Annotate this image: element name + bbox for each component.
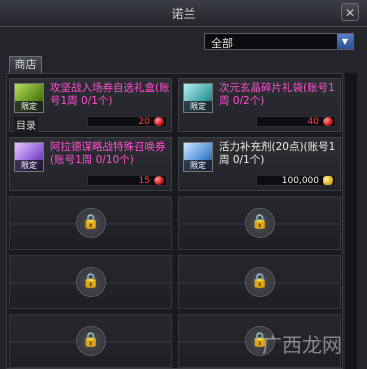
category-dropdown-value: 全部 xyxy=(211,37,233,50)
limited-badge: 限定 xyxy=(184,160,212,171)
item-price-value: 100,000 xyxy=(281,176,319,186)
locked-slot: 🔒 xyxy=(9,255,172,309)
catalog-label: 目录 xyxy=(14,117,38,132)
item-name: 攻坚战入场券自选礼盒(账号1周 0/1个) xyxy=(50,82,170,107)
shop-item[interactable]: 限定 阿拉德谋略战特殊召唤券(账号1周 0/10个) 15 xyxy=(9,137,172,191)
item-price: 15 xyxy=(87,175,167,186)
lock-icon: 🔒 xyxy=(76,267,106,297)
potion-icon: 限定 xyxy=(183,142,213,172)
watermark: 广西龙网 xyxy=(262,333,342,357)
locked-slot: 🔒 xyxy=(178,196,341,250)
lock-icon: 🔒 xyxy=(245,267,275,297)
limited-badge: 限定 xyxy=(184,101,212,112)
item-price: 20 xyxy=(87,116,167,127)
shop-item[interactable]: 限定 攻坚战入场券自选礼盒(账号1周 0/1个) 目录 20 xyxy=(9,78,172,132)
gift-box-icon: 限定 xyxy=(14,83,44,113)
lock-icon: 🔒 xyxy=(76,326,106,356)
item-price-value: 15 xyxy=(138,176,150,186)
lock-icon: 🔒 xyxy=(245,208,275,238)
lock-icon: 🔒 xyxy=(76,208,106,238)
limited-badge: 限定 xyxy=(15,101,43,112)
item-name: 次元玄晶碎片礼袋(账号1周 0/2个) xyxy=(219,82,335,107)
shop-window: 诺兰 ✕ 全部 ▼ 商店 限定 攻坚战入场券自选礼盒(账号1周 0/1个) 目录… xyxy=(0,0,367,369)
crystal-bag-icon: 限定 xyxy=(183,83,213,113)
summon-ticket-icon: 限定 xyxy=(14,142,44,172)
limited-badge: 限定 xyxy=(15,160,43,171)
locked-slot: 🔒 xyxy=(9,314,172,368)
locked-slot: 🔒 xyxy=(9,196,172,250)
item-name: 活力补充剂(20点)(账号1周 0/1个) xyxy=(219,141,336,166)
title-bar: 诺兰 ✕ xyxy=(0,0,367,27)
window-title: 诺兰 xyxy=(171,7,196,21)
scrollbar[interactable] xyxy=(345,73,357,369)
red-gem-icon xyxy=(154,176,164,185)
category-dropdown[interactable]: 全部 ▼ xyxy=(204,33,354,50)
red-gem-icon xyxy=(323,117,333,126)
item-name: 阿拉德谋略战特殊召唤券(账号1周 0/10个) xyxy=(50,141,166,166)
item-price-value: 20 xyxy=(138,117,150,127)
tab-shop[interactable]: 商店 xyxy=(9,56,42,73)
item-price: 100,000 xyxy=(256,175,336,186)
item-price: 40 xyxy=(256,116,336,127)
chevron-down-icon[interactable]: ▼ xyxy=(337,34,353,49)
shop-item[interactable]: 限定 次元玄晶碎片礼袋(账号1周 0/2个) 40 xyxy=(178,78,341,132)
shop-item[interactable]: 限定 活力补充剂(20点)(账号1周 0/1个) 100,000 xyxy=(178,137,341,191)
item-price-value: 40 xyxy=(307,117,319,127)
gold-coin-icon xyxy=(323,176,333,185)
red-gem-icon xyxy=(154,117,164,126)
close-button[interactable]: ✕ xyxy=(341,3,359,21)
item-grid: 限定 攻坚战入场券自选礼盒(账号1周 0/1个) 目录 20 限定 次元玄晶碎片… xyxy=(6,73,343,369)
locked-slot: 🔒 xyxy=(178,255,341,309)
